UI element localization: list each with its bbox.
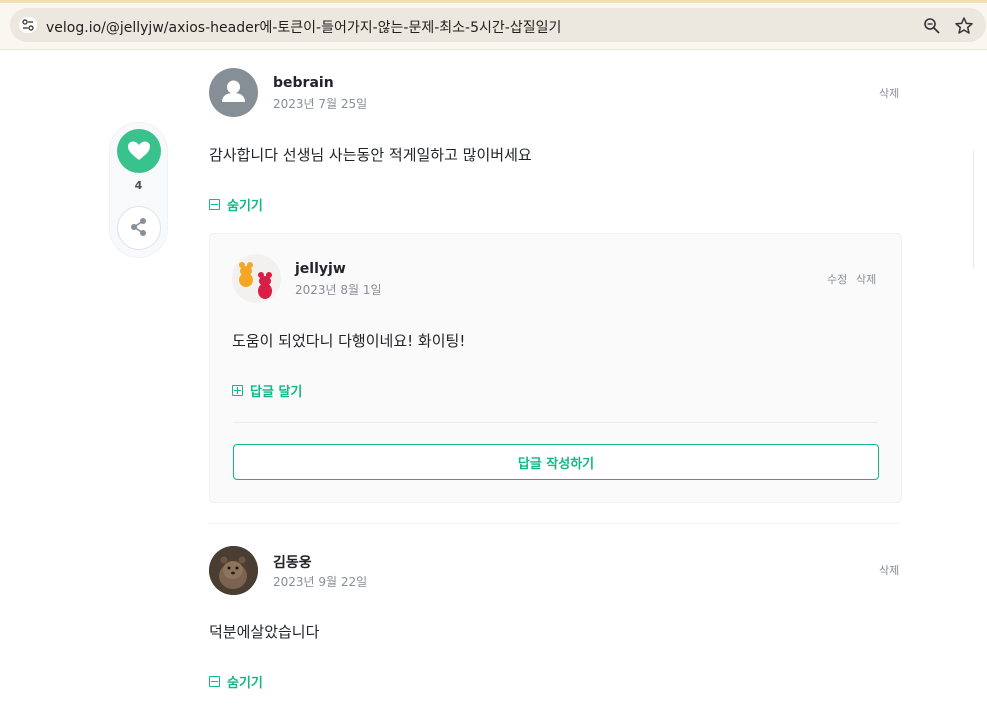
reply-text: 도움이 되었다니 다행이네요! 화이팅!	[232, 332, 466, 350]
post-action-bar: 4	[109, 122, 168, 258]
comment-author[interactable]: bebrain	[273, 75, 334, 91]
url-text[interactable]: velog.io/@jellyjw/axios-header에-토큰이-들어가지…	[46, 17, 561, 37]
add-reply-button[interactable]: 답글 달기	[250, 381, 302, 400]
delete-button[interactable]: 삭제	[879, 562, 899, 578]
quokka-photo-image	[209, 546, 258, 595]
bookmark-star-icon[interactable]	[954, 16, 974, 36]
comment-text: 감사합니다 선생님 사는동안 적게일하고 많이버세요	[209, 146, 532, 164]
browser-toolbar: velog.io/@jellyjw/axios-header에-토큰이-들어가지…	[0, 0, 987, 50]
avatar[interactable]	[232, 254, 281, 303]
share-icon	[131, 218, 146, 236]
address-bar[interactable]: velog.io/@jellyjw/axios-header에-토큰이-들어가지…	[10, 8, 986, 42]
edit-button[interactable]: 수정	[827, 271, 847, 287]
gummy-bears-image	[239, 262, 272, 299]
like-count: 4	[134, 179, 143, 192]
comment-date: 2023년 7월 25일	[273, 97, 368, 111]
comment-author[interactable]: 김동웅	[273, 552, 312, 572]
divider	[233, 422, 878, 423]
delete-button[interactable]: 삭제	[856, 271, 876, 287]
comment-date: 2023년 9월 22일	[273, 575, 368, 589]
like-button[interactable]	[117, 129, 161, 173]
default-user-icon	[222, 80, 245, 102]
write-reply-button[interactable]: 답글 작성하기	[233, 444, 879, 480]
reply-container: jellyjw 2023년 8월 1일 수정 삭제 도움이 되었다니 다행이네요…	[209, 233, 902, 503]
reply-date: 2023년 8월 1일	[295, 283, 382, 297]
share-button[interactable]	[117, 206, 161, 250]
avatar[interactable]	[209, 546, 258, 595]
heart-icon	[128, 141, 150, 160]
hide-replies-button[interactable]: 숨기기	[227, 195, 263, 214]
zoom-icon[interactable]	[922, 16, 942, 36]
reply-author[interactable]: jellyjw	[295, 261, 346, 277]
avatar[interactable]	[209, 68, 258, 117]
hide-replies-button[interactable]: 숨기기	[227, 672, 263, 691]
toc-edge	[973, 150, 974, 268]
comment-separator	[209, 523, 900, 524]
minus-box-icon[interactable]	[209, 199, 220, 210]
minus-box-icon[interactable]	[209, 676, 220, 687]
tune-icon[interactable]	[19, 17, 37, 33]
comment-text: 덕분에살았습니다	[209, 623, 320, 641]
toolbar-accent-strip	[0, 0, 987, 3]
plus-box-icon[interactable]	[232, 385, 243, 396]
delete-button[interactable]: 삭제	[879, 85, 899, 101]
